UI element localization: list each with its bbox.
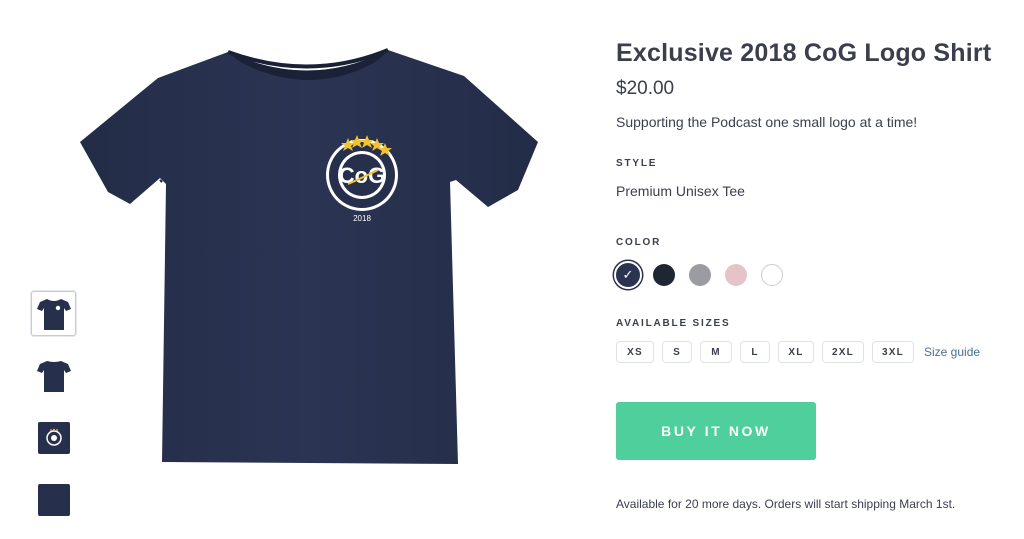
product-description: Supporting the Podcast one small logo at… <box>616 114 918 130</box>
size-options: XS S M L XL 2XL 3XL Size guide <box>616 341 1011 363</box>
product-price: $20.00 <box>616 78 675 99</box>
logo-text: CoG <box>339 163 385 188</box>
buy-it-now-button[interactable]: BUY IT NOW <box>616 402 816 460</box>
thumbnail-front[interactable] <box>31 291 76 336</box>
availability-notice: Available for 20 more days. Orders will … <box>616 497 956 511</box>
size-xs-button[interactable]: XS <box>616 341 654 363</box>
size-l-button[interactable]: L <box>740 341 770 363</box>
logo-year: 2018 <box>353 214 371 223</box>
size-3xl-button[interactable]: 3XL <box>872 341 914 363</box>
size-s-button[interactable]: S <box>662 341 692 363</box>
color-swatch-white[interactable] <box>761 264 783 286</box>
shirt-front-icon <box>36 298 71 330</box>
fabric-swatch-icon <box>37 483 70 516</box>
thumbnail-fabric[interactable] <box>31 477 76 522</box>
style-value[interactable]: Premium Unisex Tee <box>616 183 1011 199</box>
color-swatch-pink[interactable] <box>725 264 747 286</box>
thumbnail-logo[interactable] <box>31 415 76 460</box>
product-details: Exclusive 2018 CoG Logo Shirt $20.00 Sup… <box>614 36 1011 511</box>
color-swatch-black[interactable] <box>653 264 675 286</box>
style-label: STYLE <box>616 158 658 169</box>
sizes-label: AVAILABLE SIZES <box>616 318 731 329</box>
size-m-button[interactable]: M <box>700 341 732 363</box>
size-guide-link[interactable]: Size guide <box>924 345 980 359</box>
check-icon: ✓ <box>622 267 634 282</box>
thumbnail-list <box>31 291 76 539</box>
size-2xl-button[interactable]: 2XL <box>822 341 864 363</box>
size-xl-button[interactable]: XL <box>778 341 814 363</box>
thumbnail-back[interactable] <box>31 353 76 398</box>
product-title: Exclusive 2018 CoG Logo Shirt <box>616 39 992 67</box>
tshirt-illustration: CoG 2018 <box>80 48 538 464</box>
color-swatch-navy[interactable]: ✓ <box>614 261 642 289</box>
product-hero-image: CoG 2018 <box>78 42 540 472</box>
logo-closeup-icon <box>37 421 70 454</box>
shirt-back-icon <box>36 360 71 392</box>
color-swatch-heather-grey[interactable] <box>689 264 711 286</box>
color-label: COLOR <box>616 237 662 248</box>
color-swatches: ✓ <box>614 261 1011 289</box>
